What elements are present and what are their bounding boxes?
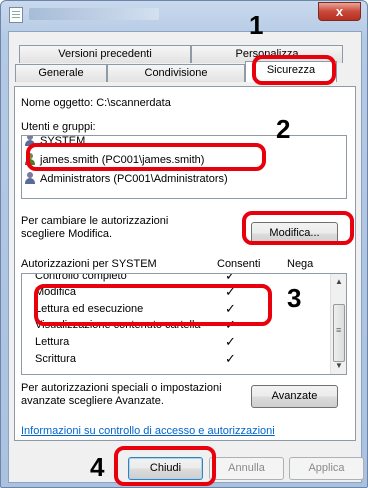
list-item[interactable]: SYSTEM bbox=[24, 136, 85, 150]
object-name-value: C:\scannerdata bbox=[96, 97, 171, 109]
change-hint-line1: Per cambiare le autorizzazioni bbox=[21, 215, 169, 227]
tab-sicurezza[interactable]: Sicurezza bbox=[245, 61, 337, 82]
table-row: Lettura ✓ bbox=[35, 334, 236, 349]
users-groups-label: Utenti e gruppi: bbox=[21, 121, 96, 133]
check-icon: ✓ bbox=[225, 273, 236, 283]
folder-icon bbox=[9, 7, 23, 23]
check-icon: ✓ bbox=[225, 301, 236, 316]
table-row: Lettura ed esecuzione ✓ bbox=[35, 301, 236, 316]
access-control-info-link[interactable]: Informazioni su controllo di accesso e a… bbox=[21, 425, 275, 437]
table-row: Scrittura ✓ bbox=[35, 351, 236, 366]
allow-column-header: Consenti bbox=[217, 258, 261, 270]
special-hint-line1: Per autorizzazioni speciali o impostazio… bbox=[21, 382, 222, 394]
advanced-button[interactable]: Avanzate bbox=[251, 385, 338, 408]
step-number-2: 2 bbox=[276, 114, 291, 144]
apply-button[interactable]: Applica bbox=[289, 457, 364, 480]
user-icon bbox=[24, 153, 36, 165]
step-number-4: 4 bbox=[90, 452, 105, 482]
group-icon bbox=[24, 172, 36, 184]
permissions-scrollbar[interactable]: ▲ ▼ bbox=[330, 274, 346, 374]
list-item[interactable]: Administrators (PC001\Administrators) bbox=[24, 170, 228, 188]
list-item[interactable]: james.smith (PC001\james.smith) bbox=[24, 151, 204, 169]
group-icon bbox=[24, 136, 36, 146]
check-icon: ✓ bbox=[225, 284, 236, 299]
tab-condivisione[interactable]: Condivisione bbox=[107, 64, 245, 82]
table-row: Modifica ✓ bbox=[35, 284, 236, 299]
title-bar[interactable]: x bbox=[1, 1, 367, 29]
check-icon: ✓ bbox=[225, 334, 236, 349]
scroll-down-icon[interactable]: ▼ bbox=[331, 358, 346, 374]
window-title-redacted bbox=[29, 8, 159, 20]
step-number-3: 3 bbox=[287, 283, 302, 313]
deny-column-header: Nega bbox=[287, 258, 314, 270]
check-icon: ✓ bbox=[225, 317, 236, 332]
properties-window: x Versioni precedenti Personalizza Gener… bbox=[0, 0, 368, 488]
tab-generale[interactable]: Generale bbox=[15, 64, 107, 82]
check-icon: ✓ bbox=[225, 351, 236, 366]
scrollbar-thumb[interactable] bbox=[333, 304, 345, 362]
cancel-button[interactable]: Annulla bbox=[209, 457, 284, 480]
modify-button[interactable]: Modifica... bbox=[251, 222, 338, 245]
tab-versioni-precedenti[interactable]: Versioni precedenti bbox=[19, 45, 191, 63]
permissions-header: Autorizzazioni per SYSTEM bbox=[21, 258, 157, 270]
special-hint-line2: avanzate scegliere Avanzate. bbox=[21, 395, 164, 407]
users-groups-list[interactable]: SYSTEM james.smith (PC001\james.smith) A… bbox=[21, 135, 347, 199]
scroll-up-icon[interactable]: ▲ bbox=[331, 274, 346, 290]
change-hint-line2: scegliere Modifica. bbox=[21, 228, 113, 240]
table-row: Visualizzazione contenuto cartella ✓ bbox=[35, 317, 236, 332]
close-window-button[interactable]: x bbox=[318, 2, 361, 21]
object-name-label: Nome oggetto: C:\scannerdata bbox=[21, 97, 171, 109]
security-panel: Nome oggetto: C:\scannerdata Utenti e gr… bbox=[14, 86, 356, 441]
close-button[interactable]: Chiudi bbox=[128, 457, 203, 480]
step-number-1: 1 bbox=[249, 10, 264, 40]
table-row: Controllo completo ✓ bbox=[22, 273, 312, 284]
